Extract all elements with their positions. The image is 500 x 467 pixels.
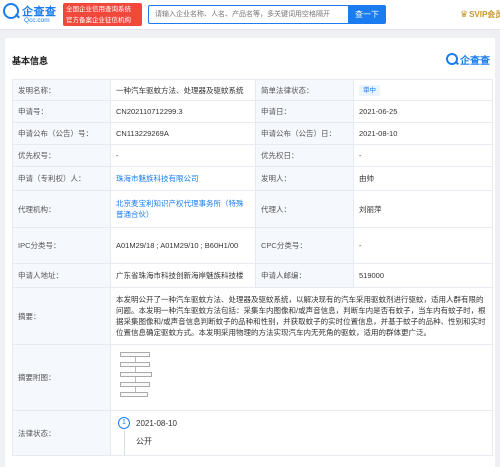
invention-name-label: 发明名称： xyxy=(12,79,111,101)
publication-date-value: 2021-08-10 xyxy=(353,122,493,145)
abstract-drawing-thumbnail[interactable] xyxy=(116,349,172,406)
official-badge-line1: 全国企业信用查询系统 xyxy=(66,6,131,13)
table-row: 摘要： 本发明公开了一种汽车驱蚊方法、处理器及驱蚊系统，以解决现有的汽车采用驱蚊… xyxy=(12,287,493,345)
search-input[interactable] xyxy=(148,5,348,24)
abstract-image-label: 摘要附图： xyxy=(12,344,111,411)
magnifier-logo-icon xyxy=(3,3,19,19)
priority-number-value: - xyxy=(110,144,256,167)
patent-info-table: 发明名称： 一种汽车驱蚊方法、处理器及驱蚊系统 简单法律状态： 审中 申请号： … xyxy=(12,79,493,456)
table-row: 法律状态： 1 2021-08-10 公开 xyxy=(12,410,493,456)
table-row: IPC分类号： A01M29/18 ; A01M29/10 ; B60H1/00… xyxy=(12,227,493,264)
applicant-postcode-value: 519000 xyxy=(353,263,493,288)
publication-number-value: CN113229269A xyxy=(110,122,256,145)
application-number-label: 申请号： xyxy=(12,100,111,123)
applicant-label: 申请（专利权）人： xyxy=(12,166,111,191)
table-row: 申请公布（公告）号： CN113229269A 申请公布（公告）日： 2021-… xyxy=(12,122,493,145)
applicant-address-value: 广东省珠海市科技创新海岸魅族科技楼 xyxy=(110,263,256,288)
legal-status-badge: 审中 xyxy=(359,85,380,96)
applicant-postcode-label: 申请人邮编： xyxy=(255,263,354,288)
table-row: 发明名称： 一种汽车驱蚊方法、处理器及驱蚊系统 简单法律状态： 审中 xyxy=(12,79,493,101)
timeline-step-marker: 1 xyxy=(118,416,130,429)
card-logo-text: 企查查 xyxy=(460,56,490,67)
inventor-value: 由帅 xyxy=(353,166,493,191)
invention-name-value: 一种汽车驱蚊方法、处理器及驱蚊系统 xyxy=(110,79,256,101)
table-row: 代理机构： 北京麦宝利知识产权代理事务所（特殊普通合伙） 代理人： 刘丽萍 xyxy=(12,190,493,228)
official-registration-badge[interactable]: 全国企业信用查询系统 官方备案企业征信机构 xyxy=(63,3,142,26)
ipc-label: IPC分类号： xyxy=(12,227,111,264)
table-row: 申请人地址： 广东省珠海市科技创新海岸魅族科技楼 申请人邮编： 519000 xyxy=(12,263,493,288)
table-row: 优先权号： - 优先权日： - xyxy=(12,144,493,167)
svip-member-link[interactable]: ♛SVIP会员▼ xyxy=(460,9,500,20)
crown-icon: ♛ xyxy=(460,9,469,19)
publication-number-label: 申请公布（公告）号： xyxy=(12,122,111,145)
agent-value: 刘丽萍 xyxy=(353,190,493,228)
svip-label: SVIP会员 xyxy=(469,10,500,19)
timeline-connector xyxy=(123,429,125,455)
cpc-value: - xyxy=(353,227,493,264)
priority-number-label: 优先权号： xyxy=(12,144,111,167)
law-status-timeline: 1 2021-08-10 公开 xyxy=(116,412,487,455)
inventor-label: 发明人： xyxy=(255,166,354,191)
official-badge-line2: 官方备案企业征信机构 xyxy=(66,17,131,24)
agency-label: 代理机构： xyxy=(12,190,111,228)
table-row: 申请（专利权）人： 珠海市魅族科技有限公司 发明人： 由帅 xyxy=(12,166,493,191)
section-title: 基本信息 xyxy=(12,56,49,66)
abstract-label: 摘要： xyxy=(12,287,111,345)
search-button[interactable]: 查一下 xyxy=(348,5,386,24)
abstract-text: 本发明公开了一种汽车驱蚊方法、处理器及驱蚊系统，以解决现有的汽车采用驱蚊剂进行驱… xyxy=(110,287,493,345)
logo-english-text: Qcc.com xyxy=(24,17,50,24)
application-number-value: CN202110712299.3 xyxy=(110,100,256,123)
agency-link[interactable]: 北京麦宝利知识产权代理事务所（特殊普通合伙） xyxy=(116,199,244,219)
priority-date-label: 优先权日： xyxy=(255,144,354,167)
timeline-status: 公开 xyxy=(136,436,152,446)
card-watermark-logo: 企查查 xyxy=(446,52,492,67)
application-date-label: 申请日： xyxy=(255,100,354,123)
applicant-link[interactable]: 珠海市魅族科技有限公司 xyxy=(116,174,199,183)
law-status-label: 法律状态： xyxy=(12,410,111,456)
table-row: 摘要附图： xyxy=(12,344,493,411)
basic-info-card: 基本信息 企查查 发明名称： 一种汽车驱蚊方法、处理器及驱蚊系统 简单法律状态：… xyxy=(5,38,495,467)
table-row: 申请号： CN202110712299.3 申请日： 2021-06-25 xyxy=(12,100,493,123)
qcc-logo[interactable]: 企查查 Qcc.com xyxy=(3,3,61,27)
magnifier-logo-icon xyxy=(446,53,458,65)
ipc-value: A01M29/18 ; A01M29/10 ; B60H1/00 xyxy=(110,227,256,264)
agent-label: 代理人： xyxy=(255,190,354,228)
priority-date-value: - xyxy=(353,144,493,167)
application-date-value: 2021-06-25 xyxy=(353,100,493,123)
cpc-label: CPC分类号： xyxy=(255,227,354,264)
publication-date-label: 申请公布（公告）日： xyxy=(255,122,354,145)
top-navigation-bar: 企查查 Qcc.com 全国企业信用查询系统 官方备案企业征信机构 查一下 ♛S… xyxy=(0,0,500,30)
applicant-address-label: 申请人地址： xyxy=(12,263,111,288)
timeline-date: 2021-08-10 xyxy=(136,418,177,428)
legal-status-label: 简单法律状态： xyxy=(255,79,354,101)
